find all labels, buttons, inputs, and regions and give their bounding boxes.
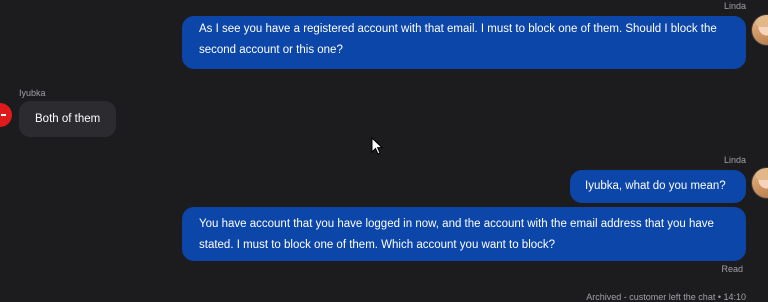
agent-message-bubble: As I see you have a registered account w…	[182, 16, 746, 69]
read-receipt: Read	[721, 264, 743, 274]
agent-avatar-icon-2[interactable]	[752, 168, 768, 198]
message-author-iyubka: Iyubka	[19, 88, 46, 98]
agent-message-bubble-3: You have account that you have logged in…	[182, 207, 746, 261]
mouse-pointer-icon	[371, 137, 383, 155]
agent-message-bubble-2: Iyubka, what do you mean?	[570, 170, 746, 203]
message-author-linda-2: Linda	[723, 155, 746, 165]
agent-avatar-icon[interactable]	[752, 15, 768, 45]
message-author-linda: Linda	[723, 1, 746, 11]
customer-message-bubble: Both of them	[19, 101, 117, 137]
archived-status-note: Archived - customer left the chat • 14:1…	[586, 292, 746, 302]
customer-avatar-icon[interactable]	[0, 103, 12, 127]
